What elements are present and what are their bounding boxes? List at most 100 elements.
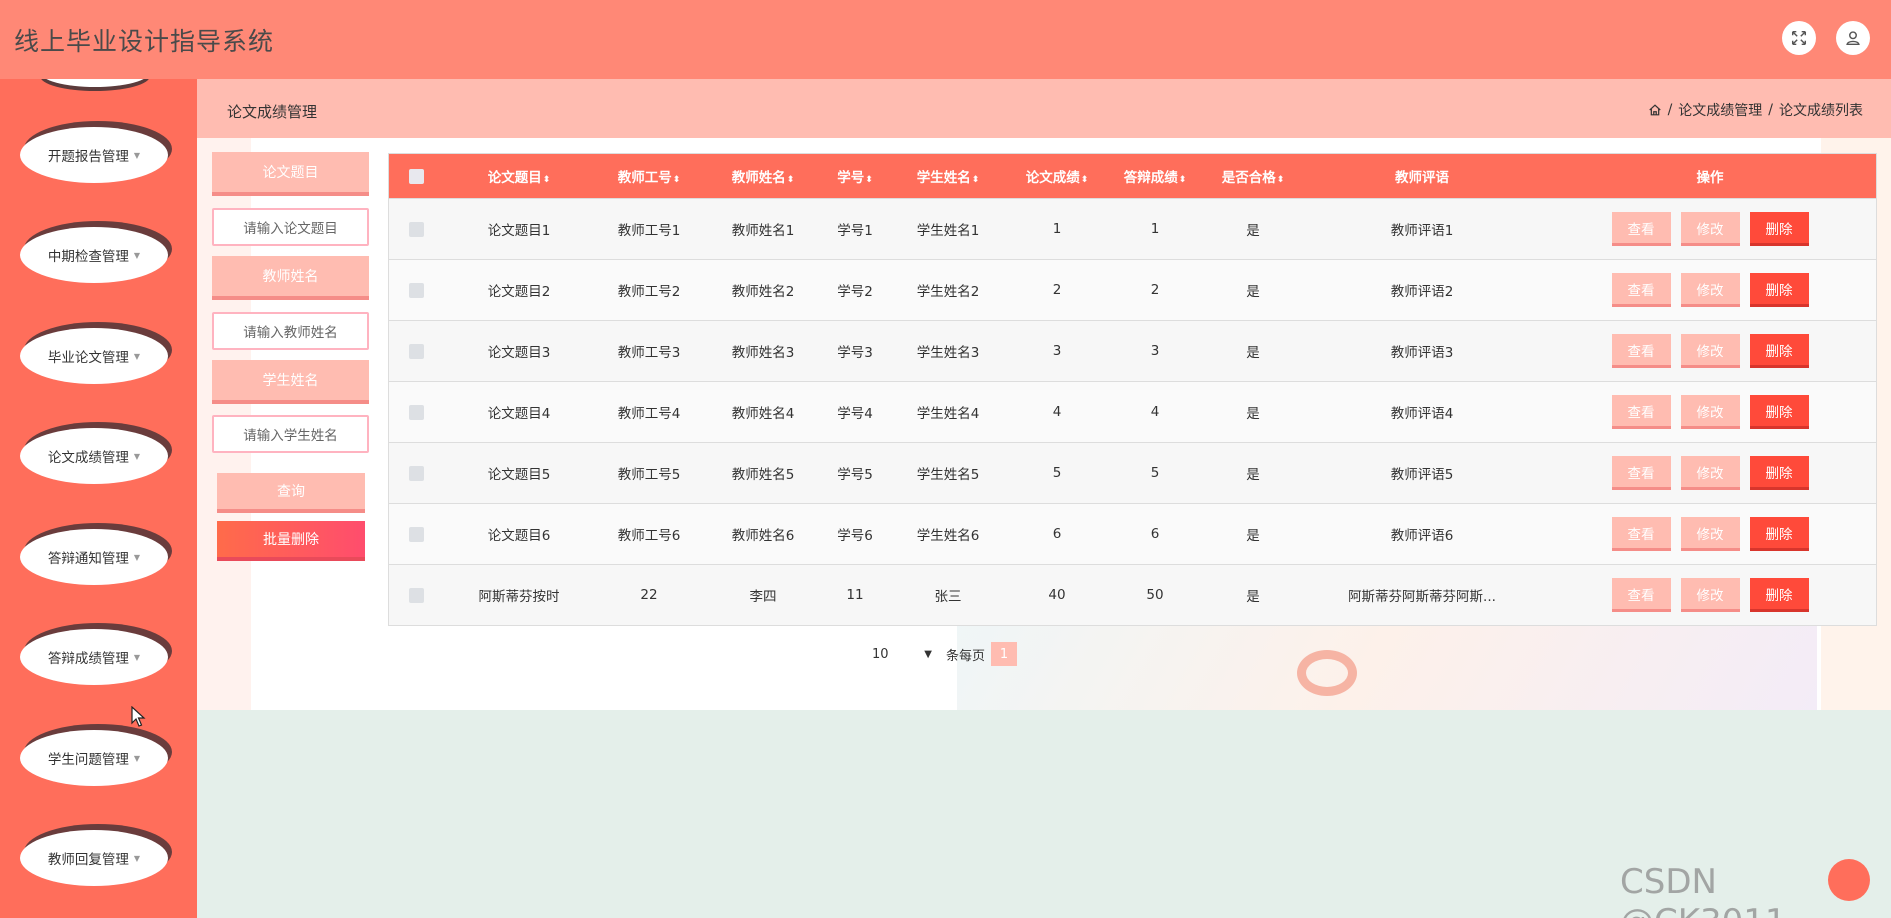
student-name-search-input[interactable]: 请输入学生姓名 xyxy=(212,415,369,453)
home-icon[interactable] xyxy=(1648,103,1662,117)
delete-button[interactable]: 删除 xyxy=(1749,395,1809,429)
breadcrumb-item-score-management[interactable]: 论文成绩管理 xyxy=(1678,100,1762,120)
cell-defense-score: 50 xyxy=(1146,587,1164,603)
caret-down-icon: ▼ xyxy=(133,150,141,160)
edit-button[interactable]: 修改 xyxy=(1680,517,1740,551)
query-button[interactable]: 查询 xyxy=(217,473,365,513)
sidebar: 开题报告管理 ▼ 中期检查管理 ▼ 毕业论文管理 ▼ 论文成绩管理 ▼ 答辩通知管理 ▼ … xyxy=(0,79,197,918)
edit-button[interactable]: 修改 xyxy=(1680,395,1740,429)
sort-icon: ⬍ xyxy=(786,175,795,185)
row-checkbox[interactable] xyxy=(409,587,424,603)
sidebar-item-label: 教师回复管理 xyxy=(47,852,129,868)
sidebar-item-teacher-reply[interactable]: 教师回复管理 ▼ xyxy=(20,824,172,888)
cell-comment: 阿斯蒂芬阿斯蒂芬阿斯... xyxy=(1348,589,1496,605)
cell-defense-score: 1 xyxy=(1150,221,1160,237)
delete-button[interactable]: 删除 xyxy=(1749,212,1809,246)
edit-button[interactable]: 修改 xyxy=(1680,578,1740,612)
cell-pass: 是 xyxy=(1246,467,1260,483)
cell-title: 论文题目2 xyxy=(487,284,551,300)
row-checkbox[interactable] xyxy=(409,465,424,481)
sidebar-item-student-question[interactable]: 学生问题管理 ▼ xyxy=(20,724,172,788)
column-header-pass[interactable]: 是否合格⬍ xyxy=(1204,166,1302,186)
cell-comment: 教师评语3 xyxy=(1390,345,1454,361)
table-body: 论文题目1 教师工号1 教师姓名1 学号1 学生姓名1 1 1 是 教师评语1 … xyxy=(389,198,1876,625)
batch-delete-button[interactable]: 批量删除 xyxy=(217,521,365,561)
cell-title: 论文题目3 xyxy=(487,345,551,361)
lifebuoy-illustration xyxy=(1297,650,1357,696)
app-title: 线上毕业设计指导系统 xyxy=(14,27,275,56)
caret-down-icon: ▼ xyxy=(133,250,141,260)
edit-button[interactable]: 修改 xyxy=(1680,334,1740,368)
view-button[interactable]: 查看 xyxy=(1611,517,1671,551)
delete-button[interactable]: 删除 xyxy=(1749,578,1809,612)
view-button[interactable]: 查看 xyxy=(1611,273,1671,307)
sort-icon: ⬍ xyxy=(672,175,681,185)
table-header: 论文题目⬍ 教师工号⬍ 教师姓名⬍ 学号⬍ 学生姓名⬍ 论文成绩⬍ 答辩成绩⬍ … xyxy=(389,154,1876,198)
sidebar-item-thesis[interactable]: 毕业论文管理 ▼ xyxy=(20,322,172,386)
delete-button[interactable]: 删除 xyxy=(1749,456,1809,490)
delete-button[interactable]: 删除 xyxy=(1749,517,1809,551)
cell-teacher-id: 教师工号6 xyxy=(617,528,681,544)
column-header-paper-score[interactable]: 论文成绩⬍ xyxy=(1008,166,1106,186)
breadcrumb-separator: / xyxy=(1667,102,1673,118)
column-header-title[interactable]: 论文题目⬍ xyxy=(444,166,594,186)
row-checkbox[interactable] xyxy=(409,404,424,420)
row-checkbox[interactable] xyxy=(409,282,424,298)
page-number-current[interactable]: 1 xyxy=(991,642,1018,666)
edit-button[interactable]: 修改 xyxy=(1680,456,1740,490)
column-header-teacher-name[interactable]: 教师姓名⬍ xyxy=(704,166,822,186)
cell-teacher-id: 22 xyxy=(640,587,658,603)
fullscreen-button[interactable] xyxy=(1782,21,1816,55)
view-button[interactable]: 查看 xyxy=(1611,334,1671,368)
row-checkbox[interactable] xyxy=(409,221,424,237)
column-header-teacher-id[interactable]: 教师工号⬍ xyxy=(594,166,704,186)
row-checkbox[interactable] xyxy=(409,526,424,542)
edit-button[interactable]: 修改 xyxy=(1680,212,1740,246)
teacher-name-search-input[interactable]: 请输入教师姓名 xyxy=(212,312,369,350)
cell-teacher-name: 教师姓名6 xyxy=(731,528,795,544)
column-header-comment: 教师评语 xyxy=(1395,170,1449,186)
view-button[interactable]: 查看 xyxy=(1611,456,1671,490)
select-all-checkbox[interactable] xyxy=(409,168,424,184)
sidebar-item-defense-notice[interactable]: 答辩通知管理 ▼ xyxy=(20,523,172,587)
sort-icon: ⬍ xyxy=(1080,175,1089,185)
caret-down-icon: ▼ xyxy=(133,552,141,562)
user-button[interactable] xyxy=(1836,21,1870,55)
page-size-value: 10 xyxy=(872,646,889,662)
view-button[interactable]: 查看 xyxy=(1611,212,1671,246)
cell-defense-score: 6 xyxy=(1150,526,1160,542)
cell-teacher-id: 教师工号4 xyxy=(617,406,681,422)
sidebar-item-label: 中期检查管理 xyxy=(47,249,129,265)
sidebar-item-midterm-check[interactable]: 中期检查管理 ▼ xyxy=(20,221,172,285)
cell-student-name: 张三 xyxy=(934,589,962,605)
sort-icon: ⬍ xyxy=(865,175,873,185)
row-checkbox[interactable] xyxy=(409,343,424,359)
cell-paper-score: 40 xyxy=(1048,587,1066,603)
sort-icon: ⬍ xyxy=(1276,175,1285,185)
sidebar-item-partial[interactable] xyxy=(40,79,150,87)
column-header-ops: 操作 xyxy=(1696,170,1724,186)
page-size-select[interactable]: 10 ▼ xyxy=(872,647,932,662)
column-header-student-name[interactable]: 学生姓名⬍ xyxy=(888,166,1008,186)
edit-button[interactable]: 修改 xyxy=(1680,273,1740,307)
search-label-title: 论文题目 xyxy=(212,152,369,196)
view-button[interactable]: 查看 xyxy=(1611,578,1671,612)
title-search-input[interactable]: 请输入论文题目 xyxy=(212,208,369,246)
delete-button[interactable]: 删除 xyxy=(1749,273,1809,307)
cell-teacher-name: 教师姓名4 xyxy=(731,406,795,422)
cell-comment: 教师评语1 xyxy=(1390,223,1454,239)
view-button[interactable]: 查看 xyxy=(1611,395,1671,429)
score-table: 论文题目⬍ 教师工号⬍ 教师姓名⬍ 学号⬍ 学生姓名⬍ 论文成绩⬍ 答辩成绩⬍ … xyxy=(388,153,1877,626)
sidebar-item-defense-score[interactable]: 答辩成绩管理 ▼ xyxy=(20,623,172,687)
column-header-student-id[interactable]: 学号⬍ xyxy=(822,166,888,186)
table-row: 论文题目4 教师工号4 教师姓名4 学号4 学生姓名4 4 4 是 教师评语4 … xyxy=(389,381,1876,442)
column-header-defense-score[interactable]: 答辩成绩⬍ xyxy=(1106,166,1204,186)
cell-pass: 是 xyxy=(1246,345,1260,361)
cell-teacher-id: 教师工号3 xyxy=(617,345,681,361)
page-title: 论文成绩管理 xyxy=(227,103,318,121)
sidebar-item-proposal-report[interactable]: 开题报告管理 ▼ xyxy=(20,121,172,185)
delete-button[interactable]: 删除 xyxy=(1749,334,1809,368)
caret-down-icon: ▼ xyxy=(133,753,141,763)
sidebar-item-thesis-score[interactable]: 论文成绩管理 ▼ xyxy=(20,422,172,486)
breadcrumb-item-score-list: 论文成绩列表 xyxy=(1779,103,1863,119)
